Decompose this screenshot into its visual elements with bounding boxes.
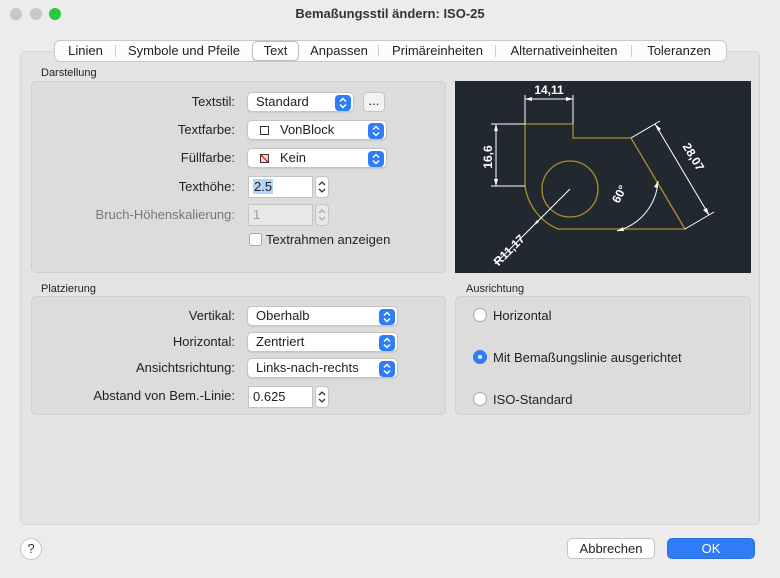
radio-horizontal-label: Horizontal xyxy=(493,308,552,323)
dim-radius-label: R11,17 xyxy=(491,232,528,269)
tab-text[interactable]: Text xyxy=(252,41,299,61)
dim-angle-label: 60° xyxy=(609,183,630,206)
radio-horizontal[interactable] xyxy=(473,308,487,322)
radio-iso-standard-label: ISO-Standard xyxy=(493,392,573,407)
preview-drawing: 14,11 16,6 28,07 60° R11,17 xyxy=(481,83,715,269)
textfarbe-popup[interactable]: VonBlock xyxy=(247,120,387,140)
popup-arrows-icon xyxy=(379,335,395,351)
horizontal-label: Horizontal: xyxy=(172,334,235,349)
textstil-label: Textstil: xyxy=(191,94,235,109)
tab-primaereinheiten[interactable]: Primäreinheiten xyxy=(379,41,496,61)
radio-bemassungslinie-label: Mit Bemaßungslinie ausgerichtet xyxy=(493,350,682,365)
color-swatch-icon xyxy=(260,126,269,135)
fuellfarbe-label: Füllfarbe: xyxy=(180,150,235,165)
ansichtsrichtung-value: Links-nach-rechts xyxy=(256,360,359,375)
ansichtsrichtung-popup[interactable]: Links-nach-rechts xyxy=(247,358,398,378)
title-bar: Bemaßungsstil ändern: ISO-25 xyxy=(0,0,780,28)
bruch-stepper[interactable] xyxy=(315,204,329,226)
abstand-stepper[interactable] xyxy=(315,386,329,408)
textrahmen-label: Textrahmen anzeigen xyxy=(266,232,391,247)
tab-bar: Linien Symbole und Pfeile Text Anpassen … xyxy=(54,40,727,62)
textstil-ellipsis-button[interactable]: ... xyxy=(363,92,385,112)
texthoehe-label: Texthöhe: xyxy=(178,179,235,194)
bruch-hoehenskalierung-field[interactable]: 1 xyxy=(248,204,313,226)
vertikal-label: Vertikal: xyxy=(188,308,235,323)
bruch-hoehenskalierung-label: Bruch-Höhenskalierung: xyxy=(95,207,235,222)
fuellfarbe-popup[interactable]: Kein xyxy=(247,148,387,168)
dim-top-label: 14,11 xyxy=(534,83,564,97)
dim-left-label: 16,6 xyxy=(481,145,495,169)
fuellfarbe-value: Kein xyxy=(280,150,307,165)
abstand-label: Abstand von Bem.-Linie: xyxy=(93,388,235,403)
window-title: Bemaßungsstil ändern: ISO-25 xyxy=(295,6,485,21)
textstil-value: Standard xyxy=(256,94,309,109)
popup-arrows-icon xyxy=(368,123,384,139)
dim-right-label: 28,07 xyxy=(680,140,708,173)
abstand-field[interactable]: 0.625 xyxy=(248,386,313,408)
tab-alternativeinheiten[interactable]: Alternativeinheiten xyxy=(496,41,632,61)
tab-linien[interactable]: Linien xyxy=(55,41,116,61)
popup-arrows-icon xyxy=(379,309,395,325)
tab-toleranzen[interactable]: Toleranzen xyxy=(632,41,726,61)
cancel-button[interactable]: Abbrechen xyxy=(567,538,655,559)
radio-iso-standard[interactable] xyxy=(473,392,487,406)
radio-bemassungslinie[interactable] xyxy=(473,350,487,364)
darstellung-group-label: Darstellung xyxy=(41,67,97,79)
no-fill-swatch-icon xyxy=(260,154,269,163)
textfarbe-label: Textfarbe: xyxy=(177,122,235,137)
abstand-value: 0.625 xyxy=(253,389,286,404)
horizontal-popup[interactable]: Zentriert xyxy=(247,332,398,352)
help-button[interactable]: ? xyxy=(20,538,42,560)
popup-arrows-icon xyxy=(379,361,395,377)
tab-anpassen[interactable]: Anpassen xyxy=(299,41,379,61)
texthoehe-stepper[interactable] xyxy=(315,176,329,198)
ansichtsrichtung-label: Ansichtsrichtung: xyxy=(136,360,235,375)
vertikal-popup[interactable]: Oberhalb xyxy=(247,306,398,326)
dimension-preview: 14,11 16,6 28,07 60° R11,17 xyxy=(455,81,751,273)
ok-button[interactable]: OK xyxy=(667,538,755,559)
platzierung-group-label: Platzierung xyxy=(41,283,97,295)
textstil-popup[interactable]: Standard xyxy=(247,92,354,112)
texthoehe-value: 2.5 xyxy=(253,179,274,194)
texthoehe-field[interactable]: 2.5 xyxy=(248,176,313,198)
vertikal-value: Oberhalb xyxy=(256,308,310,323)
ausrichtung-group-label: Ausrichtung xyxy=(466,283,525,295)
popup-arrows-icon xyxy=(368,151,384,167)
tab-symbole-und-pfeile[interactable]: Symbole und Pfeile xyxy=(116,41,252,61)
bruch-value: 1 xyxy=(253,207,261,222)
textfarbe-value: VonBlock xyxy=(280,122,335,137)
textrahmen-checkbox[interactable] xyxy=(249,233,262,246)
horizontal-value: Zentriert xyxy=(256,334,305,349)
popup-arrows-icon xyxy=(335,95,351,111)
